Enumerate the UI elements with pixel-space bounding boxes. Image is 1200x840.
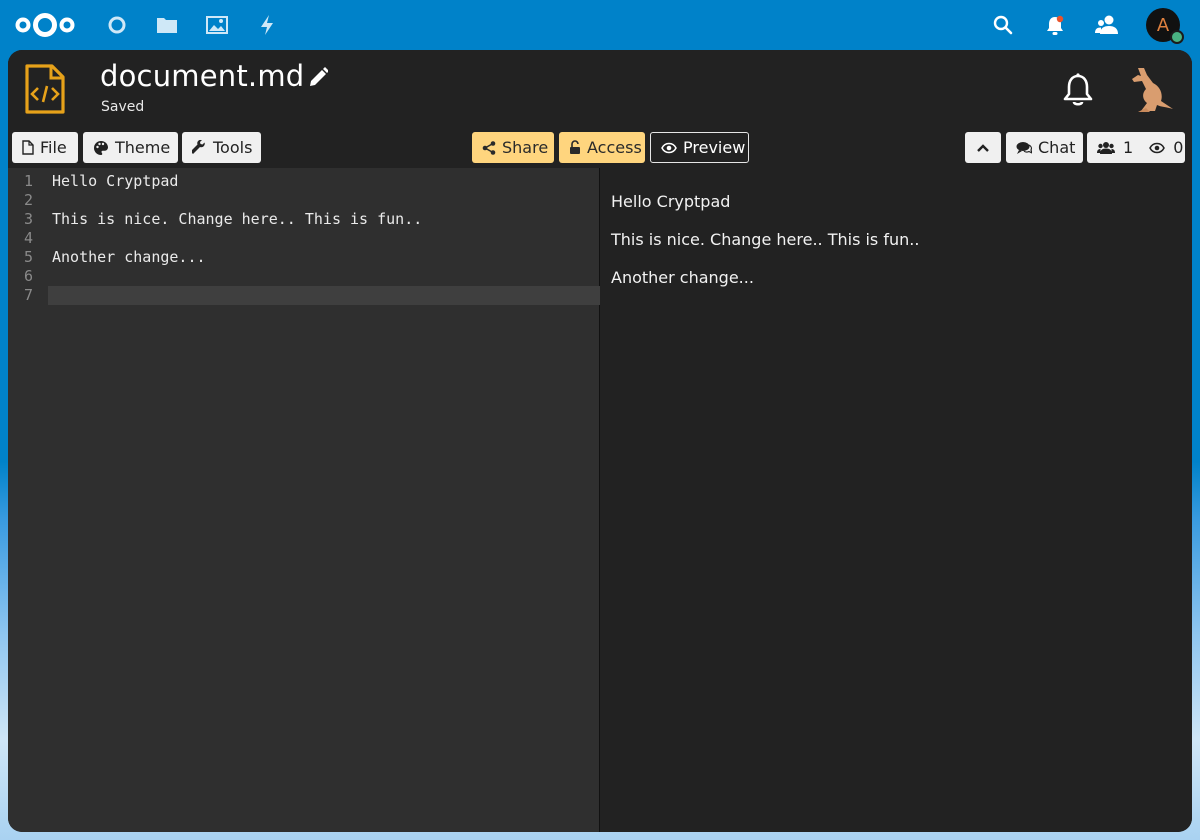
active-code-line[interactable] [48, 286, 600, 305]
users-count: 1 [1123, 138, 1134, 157]
line-number: 5 [24, 248, 34, 266]
preview-label: Preview [683, 138, 746, 157]
preview-paragraph: Hello Cryptpad [611, 192, 731, 211]
chevron-up-icon [977, 143, 989, 152]
tools-button[interactable]: Tools [182, 132, 261, 163]
userlist-button[interactable]: 1 0 [1087, 132, 1185, 163]
cryptpad-app: document.md Saved File Theme Tools Share… [8, 50, 1192, 832]
line-number: 4 [24, 229, 34, 247]
code-line[interactable]: Another change... [48, 248, 600, 267]
share-button[interactable]: Share [472, 132, 554, 163]
share-icon [482, 140, 496, 155]
chat-label: Chat [1038, 138, 1076, 157]
code-line[interactable] [48, 267, 600, 286]
palette-icon [94, 140, 108, 155]
document-title[interactable]: document.md [100, 59, 304, 93]
file-menu-button[interactable]: File [12, 132, 78, 163]
activity-icon[interactable] [254, 13, 280, 37]
title-bar: document.md Saved [8, 50, 1192, 130]
line-number: 1 [24, 172, 34, 190]
bell-icon[interactable] [1062, 72, 1094, 108]
tools-label: Tools [213, 138, 253, 157]
viewers-count: 0 [1173, 138, 1184, 157]
line-number-gutter: 1 2 3 4 5 6 7 [8, 172, 44, 305]
file-icon [22, 140, 34, 155]
chat-icon [1016, 141, 1032, 154]
code-line[interactable]: Hello Cryptpad [48, 172, 600, 191]
notifications-icon[interactable] [1042, 12, 1068, 38]
preview-paragraph: Another change... [611, 268, 754, 287]
chat-button[interactable]: Chat [1006, 132, 1083, 163]
markdown-preview: Hello Cryptpad This is nice. Change here… [601, 168, 1192, 832]
nextcloud-header: A [0, 0, 1200, 50]
file-menu-label: File [40, 138, 67, 157]
files-icon[interactable] [154, 13, 180, 37]
viewers-eye-icon [1149, 142, 1166, 153]
online-status-icon [1170, 30, 1184, 44]
collapse-toolbar-button[interactable] [965, 132, 1001, 163]
save-status: Saved [101, 99, 145, 115]
access-label: Access [587, 138, 642, 157]
code-lines[interactable]: Hello Cryptpad This is nice. Change here… [48, 172, 600, 305]
search-icon[interactable] [990, 12, 1016, 38]
preview-paragraph: This is nice. Change here.. This is fun.… [611, 230, 920, 249]
users-icon [1097, 141, 1115, 154]
nextcloud-logo-icon[interactable] [14, 12, 76, 38]
preview-toggle-button[interactable]: Preview [650, 132, 749, 163]
dashboard-icon[interactable] [104, 13, 130, 37]
line-number: 6 [24, 267, 34, 285]
code-editor[interactable]: 1 2 3 4 5 6 7 Hello Cryptpad This is nic… [8, 168, 600, 832]
avatar-initial: A [1156, 14, 1170, 36]
code-line[interactable] [48, 229, 600, 248]
eye-icon [661, 142, 677, 153]
photos-icon[interactable] [204, 13, 230, 37]
theme-button[interactable]: Theme [83, 132, 178, 163]
code-file-icon [25, 64, 65, 114]
rename-pencil-icon[interactable] [308, 66, 328, 88]
share-label: Share [502, 138, 549, 157]
line-number: 2 [24, 191, 34, 209]
code-line[interactable]: This is nice. Change here.. This is fun.… [48, 210, 600, 229]
line-number: 7 [24, 286, 34, 304]
code-line[interactable] [48, 191, 600, 210]
toolbar: File Theme Tools Share Access Preview Ch… [8, 130, 1192, 168]
line-number: 3 [24, 210, 34, 228]
kangaroo-user-icon[interactable] [1126, 64, 1180, 116]
unlock-icon [570, 140, 580, 154]
theme-label: Theme [115, 138, 171, 157]
access-button[interactable]: Access [559, 132, 645, 163]
wrench-icon [192, 140, 205, 154]
user-avatar[interactable]: A [1146, 8, 1184, 44]
contacts-icon[interactable] [1094, 12, 1120, 38]
